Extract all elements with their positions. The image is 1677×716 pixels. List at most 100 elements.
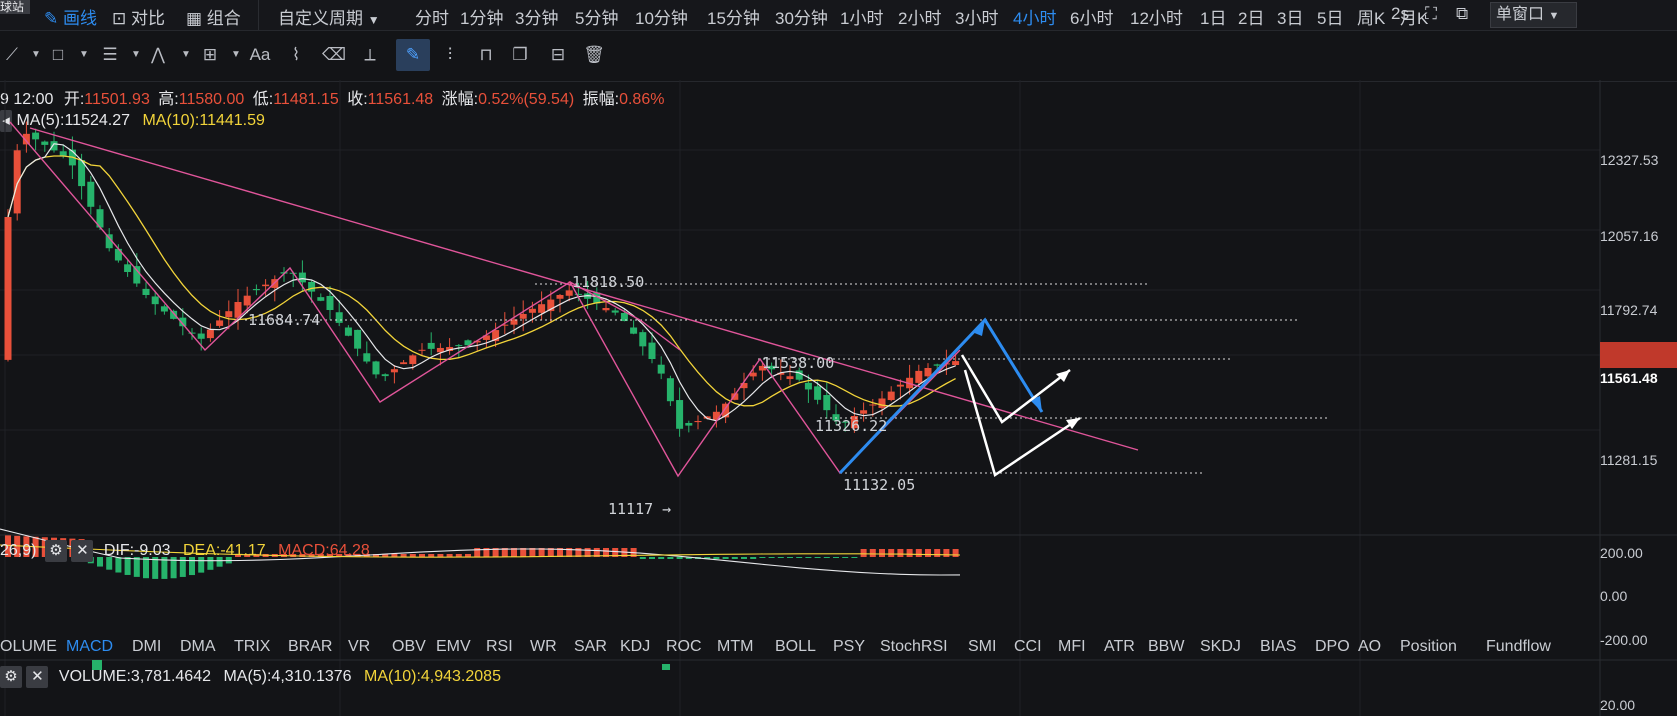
macd-bar: [805, 557, 812, 558]
period-8[interactable]: 2小时: [898, 4, 941, 29]
indicator-tab-dpo[interactable]: DPO: [1315, 638, 1350, 656]
indicator-tab-position[interactable]: Position: [1400, 638, 1457, 656]
indicator-tab-cci[interactable]: CCI: [1014, 638, 1042, 656]
candle-body: [418, 349, 426, 351]
white-projection-2: [963, 369, 1081, 477]
price-chart[interactable]: [0, 80, 1677, 716]
indicator-tab-roc[interactable]: ROC: [666, 638, 702, 656]
indicator-tab-trix[interactable]: TRIX: [234, 638, 270, 656]
period-15[interactable]: 3日: [1277, 4, 1303, 29]
candle-body: [50, 141, 58, 151]
annotation-level-2: 11326.22: [815, 417, 888, 435]
chevron-down-icon[interactable]: ▼: [72, 43, 96, 67]
period-10[interactable]: 4小时: [1013, 4, 1056, 29]
macd-bar: [879, 549, 885, 557]
gear-icon[interactable]: ⚙: [0, 666, 22, 688]
indicator-tab-fundflow[interactable]: Fundflow: [1486, 638, 1551, 656]
refresh-interval[interactable]: 2s: [1391, 4, 1409, 24]
gear-icon[interactable]: ⚙: [44, 540, 67, 562]
indicator-tab-olume[interactable]: OLUME: [0, 638, 57, 656]
brush-tool-icon[interactable]: ⌇: [284, 43, 308, 67]
period-2[interactable]: 3分钟: [515, 4, 558, 29]
chevron-down-icon[interactable]: ▼: [174, 43, 198, 67]
period-7[interactable]: 1小时: [840, 4, 883, 29]
parallel-lines-icon[interactable]: ☰: [98, 43, 122, 67]
macd-bar: [860, 549, 867, 557]
indicator-tab-emv[interactable]: EMV: [436, 638, 471, 656]
candle-body: [160, 306, 168, 312]
period-0[interactable]: 分时: [415, 4, 449, 29]
drawing-toolbar: ⟋ ▼ □ ▼ ☰ ▼ ⋀ ▼ ⊞ ▼ Aa ⌇ ⌫ ⟂ ✎ ⫶ ⊓ ❐ ⊟ 🗑: [0, 31, 1677, 82]
layers-icon[interactable]: ⊟: [546, 43, 570, 67]
tab-combine[interactable]: ▦ 组合: [186, 4, 241, 29]
indicator-tab-skdj[interactable]: SKDJ: [1200, 638, 1241, 656]
divider: [258, 0, 259, 30]
window-mode-select[interactable]: 单窗口 ▼: [1490, 2, 1577, 28]
text-tool-icon[interactable]: Aa: [248, 43, 272, 67]
indicator-tab-mfi[interactable]: MFI: [1058, 638, 1086, 656]
chevron-down-icon[interactable]: ▼: [224, 43, 248, 67]
period-17[interactable]: 周K: [1357, 4, 1385, 29]
candle-body: [326, 295, 334, 310]
indicator-tab-stochrsi[interactable]: StochRSI: [880, 638, 948, 656]
custom-period-dropdown[interactable]: 自定义周期 ▼: [278, 4, 380, 29]
macd-bar: [750, 557, 757, 559]
price-tick: 12057.16: [1600, 228, 1659, 244]
indicator-tab-ao[interactable]: AO: [1358, 638, 1381, 656]
period-13[interactable]: 1日: [1200, 4, 1226, 29]
candle-body: [298, 272, 306, 283]
copy-icon[interactable]: ❐: [508, 43, 532, 67]
tab-draw[interactable]: ✎ 画线: [44, 4, 97, 29]
period-1[interactable]: 1分钟: [460, 4, 503, 29]
fullscreen-icon[interactable]: ⛶: [1425, 4, 1437, 24]
indicator-tab-boll[interactable]: BOLL: [775, 638, 816, 656]
period-6[interactable]: 30分钟: [775, 4, 828, 29]
measure-tool-icon[interactable]: ⊞: [198, 43, 222, 67]
eraser-tool-icon[interactable]: ⌫: [322, 43, 346, 67]
indicator-tab-psy[interactable]: PSY: [833, 638, 865, 656]
show-hide-icon[interactable]: ⫶: [438, 43, 462, 67]
tab-compare[interactable]: ⊡ 对比: [112, 4, 165, 29]
indicator-tab-bias[interactable]: BIAS: [1260, 638, 1296, 656]
indicator-tab-wr[interactable]: WR: [530, 638, 557, 656]
period-12[interactable]: 12小时: [1130, 4, 1183, 29]
macd-bar: [649, 557, 655, 559]
wave-tool-icon[interactable]: ⋀: [146, 43, 170, 67]
period-9[interactable]: 3小时: [955, 4, 998, 29]
chevron-down-icon[interactable]: ▼: [24, 43, 48, 67]
annotation-swing-low: 11132.05: [843, 476, 916, 494]
candle-body: [409, 355, 417, 365]
rectangle-tool-icon[interactable]: □: [46, 43, 70, 67]
period-14[interactable]: 2日: [1238, 4, 1264, 29]
period-11[interactable]: 6小时: [1070, 4, 1113, 29]
indicator-tab-dmi[interactable]: DMI: [132, 638, 161, 656]
continuous-draw-icon[interactable]: ✎: [396, 39, 430, 71]
indicator-tab-vr[interactable]: VR: [348, 638, 370, 656]
period-16[interactable]: 5日: [1317, 4, 1343, 29]
macd-bar: [741, 557, 747, 559]
candle-body: [611, 310, 619, 313]
indicator-tab-obv[interactable]: OBV: [392, 638, 426, 656]
ruler-tool-icon[interactable]: ⟂: [358, 43, 382, 67]
indicator-tab-dma[interactable]: DMA: [180, 638, 216, 656]
indicator-tab-atr[interactable]: ATR: [1104, 638, 1135, 656]
indicator-tab-kdj[interactable]: KDJ: [620, 638, 650, 656]
trash-icon[interactable]: 🗑: [582, 43, 606, 67]
chevron-down-icon[interactable]: ▼: [124, 43, 148, 67]
indicator-tab-sar[interactable]: SAR: [574, 638, 607, 656]
indicator-tab-macd[interactable]: MACD: [66, 638, 113, 656]
period-3[interactable]: 5分钟: [575, 4, 618, 29]
close-icon[interactable]: ✕: [71, 540, 94, 562]
lock-icon[interactable]: ⊓: [474, 43, 498, 67]
indicator-tab-mtm[interactable]: MTM: [717, 638, 753, 656]
ray-tool-icon[interactable]: ⟋: [0, 43, 24, 67]
period-4[interactable]: 10分钟: [635, 4, 688, 29]
indicator-tab-smi[interactable]: SMI: [968, 638, 996, 656]
candle-body: [262, 284, 270, 287]
indicator-tab-brar[interactable]: BRAR: [288, 638, 332, 656]
popout-icon[interactable]: ⧉: [1456, 4, 1468, 24]
indicator-tab-rsi[interactable]: RSI: [486, 638, 513, 656]
close-icon[interactable]: ✕: [26, 666, 49, 688]
indicator-tab-bbw[interactable]: BBW: [1148, 638, 1184, 656]
period-5[interactable]: 15分钟: [707, 4, 760, 29]
